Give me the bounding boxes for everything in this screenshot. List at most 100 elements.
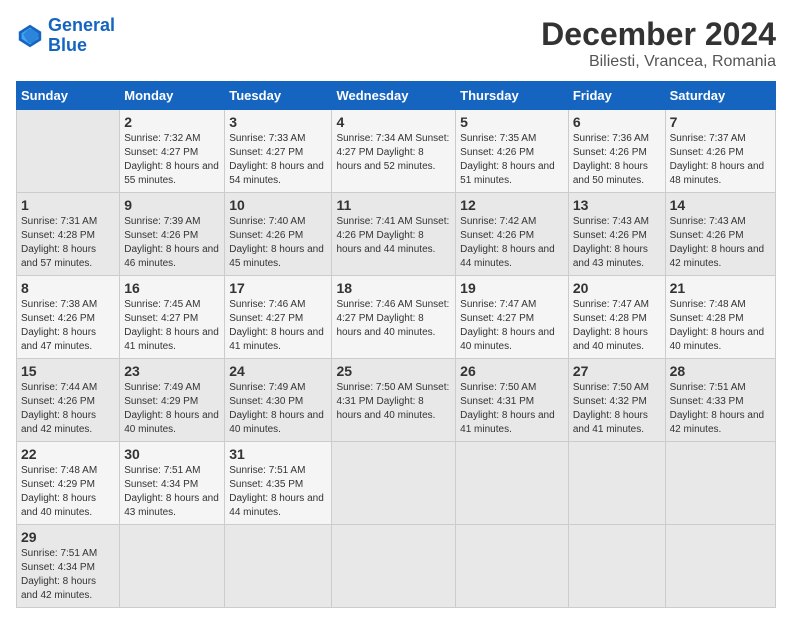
day-number: 19 <box>460 280 564 296</box>
day-number: 8 <box>21 280 115 296</box>
calendar-cell: 1 Sunrise: 7:31 AM Sunset: 4:28 PM Daylig… <box>17 193 120 276</box>
day-info: Sunrise: 7:44 AM Sunset: 4:26 PM Dayligh… <box>21 381 115 437</box>
calendar-cell <box>665 442 775 525</box>
calendar-cell: 15 Sunrise: 7:44 AM Sunset: 4:26 PM Dayli… <box>17 359 120 442</box>
day-number: 15 <box>21 363 115 379</box>
day-number: 30 <box>124 446 220 462</box>
calendar-cell: 7 Sunrise: 7:37 AM Sunset: 4:26 PM Daylig… <box>665 110 775 193</box>
day-number: 18 <box>336 280 451 296</box>
calendar-cell: 8 Sunrise: 7:38 AM Sunset: 4:26 PM Daylig… <box>17 276 120 359</box>
calendar-cell <box>225 525 332 608</box>
day-number: 28 <box>670 363 771 379</box>
day-info: Sunrise: 7:38 AM Sunset: 4:26 PM Dayligh… <box>21 298 115 354</box>
day-info: Sunrise: 7:45 AM Sunset: 4:27 PM Dayligh… <box>124 298 220 354</box>
logo-text: General Blue <box>48 16 115 56</box>
day-info: Sunrise: 7:46 AM Sunset: 4:27 PM Dayligh… <box>336 298 451 340</box>
calendar-cell: 22 Sunrise: 7:48 AM Sunset: 4:29 PM Dayli… <box>17 442 120 525</box>
day-number: 14 <box>670 197 771 213</box>
day-info: Sunrise: 7:48 AM Sunset: 4:28 PM Dayligh… <box>670 298 771 354</box>
day-number: 23 <box>124 363 220 379</box>
day-info: Sunrise: 7:31 AM Sunset: 4:28 PM Dayligh… <box>21 215 115 271</box>
calendar-cell <box>120 525 225 608</box>
calendar-cell: 24 Sunrise: 7:49 AM Sunset: 4:30 PM Dayli… <box>225 359 332 442</box>
day-number: 7 <box>670 114 771 130</box>
calendar-cell: 30 Sunrise: 7:51 AM Sunset: 4:34 PM Dayli… <box>120 442 225 525</box>
calendar-cell: 26Sunrise: 7:50 AM Sunset: 4:31 PM Dayli… <box>456 359 569 442</box>
calendar-cell: 10Sunrise: 7:40 AM Sunset: 4:26 PM Dayli… <box>225 193 332 276</box>
calendar-week-2: 8 Sunrise: 7:38 AM Sunset: 4:26 PM Daylig… <box>17 276 776 359</box>
day-number: 11 <box>336 197 451 213</box>
day-number: 1 <box>21 197 115 213</box>
day-number: 3 <box>229 114 327 130</box>
calendar-week-0: 2 Sunrise: 7:32 AM Sunset: 4:27 PM Daylig… <box>17 110 776 193</box>
header-monday: Monday <box>120 82 225 110</box>
day-number: 26 <box>460 363 564 379</box>
day-info: Sunrise: 7:32 AM Sunset: 4:27 PM Dayligh… <box>124 132 220 188</box>
day-info: Sunrise: 7:50 AM Sunset: 4:31 PM Dayligh… <box>336 381 451 423</box>
calendar-cell <box>665 525 775 608</box>
day-info: Sunrise: 7:43 AM Sunset: 4:26 PM Dayligh… <box>573 215 661 271</box>
calendar-week-3: 15 Sunrise: 7:44 AM Sunset: 4:26 PM Dayli… <box>17 359 776 442</box>
header-sunday: Sunday <box>17 82 120 110</box>
calendar-cell: 19 Sunrise: 7:47 AM Sunset: 4:27 PM Dayli… <box>456 276 569 359</box>
calendar-cell: 28Sunrise: 7:51 AM Sunset: 4:33 PM Dayli… <box>665 359 775 442</box>
day-number: 27 <box>573 363 661 379</box>
logo: General Blue <box>16 16 115 56</box>
calendar-cell: 3 Sunrise: 7:33 AM Sunset: 4:27 PM Daylig… <box>225 110 332 193</box>
title-area: December 2024 Biliesti, Vrancea, Romania <box>541 16 776 71</box>
day-info: Sunrise: 7:49 AM Sunset: 4:30 PM Dayligh… <box>229 381 327 437</box>
day-number: 31 <box>229 446 327 462</box>
day-info: Sunrise: 7:40 AM Sunset: 4:26 PM Dayligh… <box>229 215 327 271</box>
day-info: Sunrise: 7:51 AM Sunset: 4:34 PM Dayligh… <box>124 464 220 520</box>
day-number: 20 <box>573 280 661 296</box>
calendar-cell: 9 Sunrise: 7:39 AM Sunset: 4:26 PM Daylig… <box>120 193 225 276</box>
calendar-cell <box>456 442 569 525</box>
calendar-week-1: 1 Sunrise: 7:31 AM Sunset: 4:28 PM Daylig… <box>17 193 776 276</box>
day-info: Sunrise: 7:42 AM Sunset: 4:26 PM Dayligh… <box>460 215 564 271</box>
calendar-week-4: 22 Sunrise: 7:48 AM Sunset: 4:29 PM Dayli… <box>17 442 776 525</box>
day-number: 12 <box>460 197 564 213</box>
calendar-cell: 18 Sunrise: 7:46 AM Sunset: 4:27 PM Dayli… <box>332 276 456 359</box>
day-info: Sunrise: 7:37 AM Sunset: 4:26 PM Dayligh… <box>670 132 771 188</box>
calendar-cell: 21 Sunrise: 7:48 AM Sunset: 4:28 PM Dayli… <box>665 276 775 359</box>
day-info: Sunrise: 7:51 AM Sunset: 4:34 PM Dayligh… <box>21 547 115 603</box>
calendar-cell: 29 Sunrise: 7:51 AM Sunset: 4:34 PM Dayli… <box>17 525 120 608</box>
day-number: 21 <box>670 280 771 296</box>
day-number: 2 <box>124 114 220 130</box>
day-number: 24 <box>229 363 327 379</box>
day-info: Sunrise: 7:46 AM Sunset: 4:27 PM Dayligh… <box>229 298 327 354</box>
day-number: 16 <box>124 280 220 296</box>
calendar-cell: 4 Sunrise: 7:34 AM Sunset: 4:27 PM Daylig… <box>332 110 456 193</box>
day-info: Sunrise: 7:51 AM Sunset: 4:35 PM Dayligh… <box>229 464 327 520</box>
calendar-cell: 23Sunrise: 7:49 AM Sunset: 4:29 PM Dayli… <box>120 359 225 442</box>
day-number: 29 <box>21 529 115 545</box>
calendar-cell <box>568 442 665 525</box>
day-info: Sunrise: 7:36 AM Sunset: 4:26 PM Dayligh… <box>573 132 661 188</box>
day-info: Sunrise: 7:47 AM Sunset: 4:27 PM Dayligh… <box>460 298 564 354</box>
day-number: 25 <box>336 363 451 379</box>
calendar-cell: 5 Sunrise: 7:35 AM Sunset: 4:26 PM Daylig… <box>456 110 569 193</box>
day-number: 6 <box>573 114 661 130</box>
day-number: 4 <box>336 114 451 130</box>
day-number: 13 <box>573 197 661 213</box>
day-info: Sunrise: 7:34 AM Sunset: 4:27 PM Dayligh… <box>336 132 451 174</box>
calendar-cell <box>332 525 456 608</box>
calendar-cell <box>568 525 665 608</box>
calendar-cell: 16 Sunrise: 7:45 AM Sunset: 4:27 PM Dayli… <box>120 276 225 359</box>
day-info: Sunrise: 7:33 AM Sunset: 4:27 PM Dayligh… <box>229 132 327 188</box>
day-info: Sunrise: 7:50 AM Sunset: 4:32 PM Dayligh… <box>573 381 661 437</box>
day-info: Sunrise: 7:35 AM Sunset: 4:26 PM Dayligh… <box>460 132 564 188</box>
day-number: 22 <box>21 446 115 462</box>
calendar-cell <box>17 110 120 193</box>
calendar-cell: 6 Sunrise: 7:36 AM Sunset: 4:26 PM Daylig… <box>568 110 665 193</box>
logo-line2: Blue <box>48 35 87 55</box>
day-info: Sunrise: 7:48 AM Sunset: 4:29 PM Dayligh… <box>21 464 115 520</box>
calendar-cell: 31 Sunrise: 7:51 AM Sunset: 4:35 PM Dayli… <box>225 442 332 525</box>
day-number: 9 <box>124 197 220 213</box>
calendar-cell: 27 Sunrise: 7:50 AM Sunset: 4:32 PM Dayli… <box>568 359 665 442</box>
calendar-cell: 12 Sunrise: 7:42 AM Sunset: 4:26 PM Dayli… <box>456 193 569 276</box>
day-info: Sunrise: 7:39 AM Sunset: 4:26 PM Dayligh… <box>124 215 220 271</box>
header-thursday: Thursday <box>456 82 569 110</box>
day-number: 5 <box>460 114 564 130</box>
header-friday: Friday <box>568 82 665 110</box>
